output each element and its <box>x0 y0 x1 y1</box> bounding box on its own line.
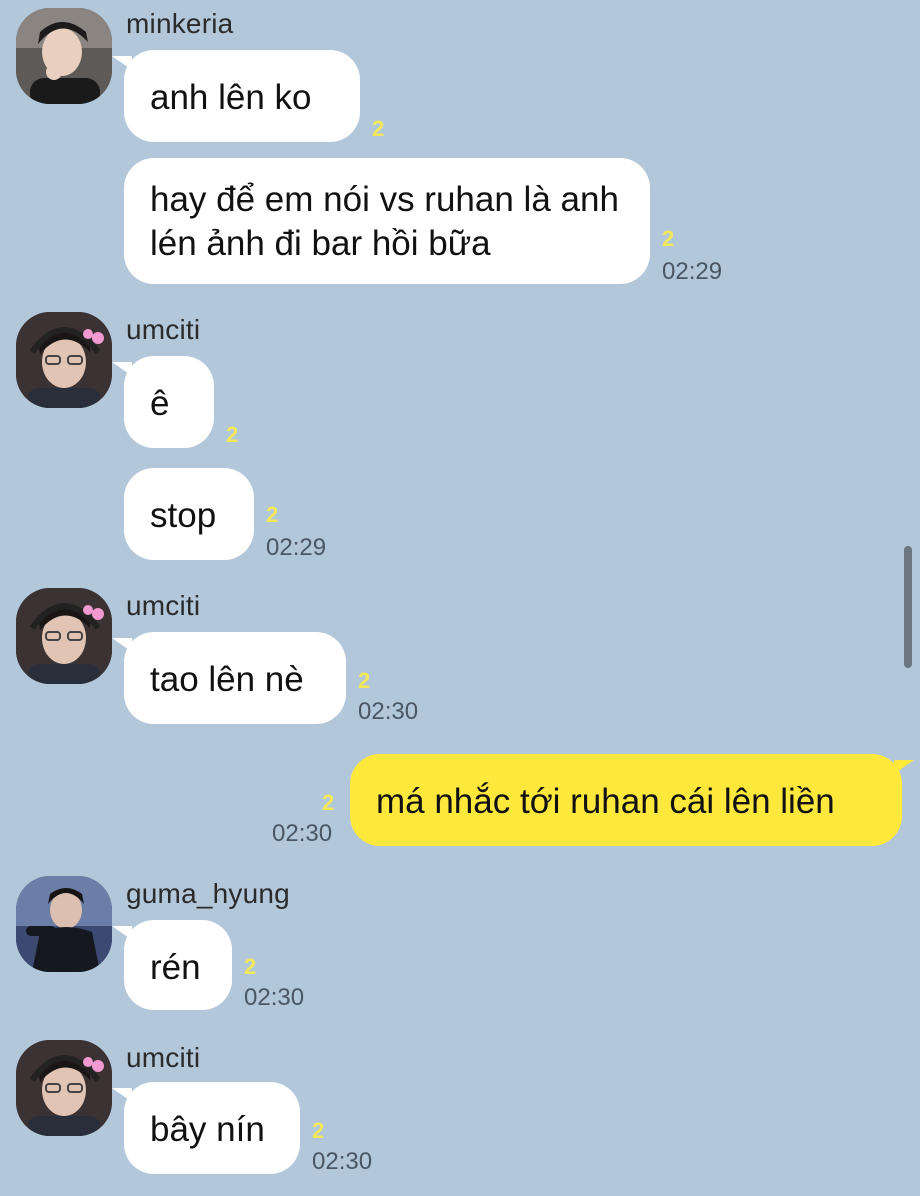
unread-count: 2 <box>266 502 279 527</box>
message-bubble[interactable]: stop <box>124 468 254 560</box>
unread-count: 2 <box>358 668 371 693</box>
unread-count: 2 <box>662 226 675 251</box>
own-message-bubble[interactable]: má nhắc tới ruhan cái lên liền <box>350 754 914 846</box>
message-text: rén <box>150 948 201 987</box>
message-text: anh lên ko <box>150 78 312 117</box>
avatar-photo-icon <box>16 8 112 104</box>
message-time: 02:29 <box>662 258 723 285</box>
unread-count: 2 <box>372 116 385 141</box>
message-bubble[interactable]: bây nín <box>112 1082 300 1174</box>
message-bubble[interactable]: rén <box>112 920 232 1010</box>
avatar-photo-icon <box>16 876 112 972</box>
message-text: tao lên nè <box>150 660 304 699</box>
message-bubble[interactable]: anh lên ko <box>112 50 360 142</box>
message-time: 02:29 <box>266 534 327 561</box>
message-text: bây nín <box>150 1110 265 1149</box>
unread-count: 2 <box>244 954 257 979</box>
message-time: 02:30 <box>244 984 305 1011</box>
sender-name: umciti <box>126 314 201 345</box>
message-text: ê <box>150 384 170 423</box>
message-bubble[interactable]: ê <box>112 356 214 448</box>
unread-count: 2 <box>226 422 239 447</box>
message-bubble[interactable]: hay để em nói vs ruhan là anh lén ảnh đi… <box>124 158 650 284</box>
guma-hyung-avatar[interactable] <box>16 876 112 972</box>
avatar-photo-icon <box>16 312 112 408</box>
unread-count: 2 <box>312 1118 325 1143</box>
sender-name: umciti <box>126 1042 201 1073</box>
avatar-photo-icon <box>16 1040 112 1136</box>
scrollbar-thumb[interactable] <box>904 546 912 668</box>
minkeria-avatar[interactable] <box>16 8 112 104</box>
avatar-photo-icon <box>16 588 112 684</box>
message-bubble[interactable]: tao lên nè <box>112 632 346 724</box>
umciti-avatar[interactable] <box>16 588 112 684</box>
unread-count: 2 <box>322 790 335 815</box>
sender-name: umciti <box>126 590 201 621</box>
umciti-avatar[interactable] <box>16 312 112 408</box>
sender-name: guma_hyung <box>126 878 290 909</box>
message-text: stop <box>150 496 217 535</box>
message-text: hay để em nói vs ruhan là anh lén ảnh đi… <box>150 180 619 263</box>
message-time: 02:30 <box>272 820 333 847</box>
umciti-avatar[interactable] <box>16 1040 112 1136</box>
message-time: 02:30 <box>312 1148 373 1175</box>
message-time: 02:30 <box>358 698 419 725</box>
sender-name: minkeria <box>126 8 234 39</box>
message-text: má nhắc tới ruhan cái lên liền <box>376 782 835 821</box>
